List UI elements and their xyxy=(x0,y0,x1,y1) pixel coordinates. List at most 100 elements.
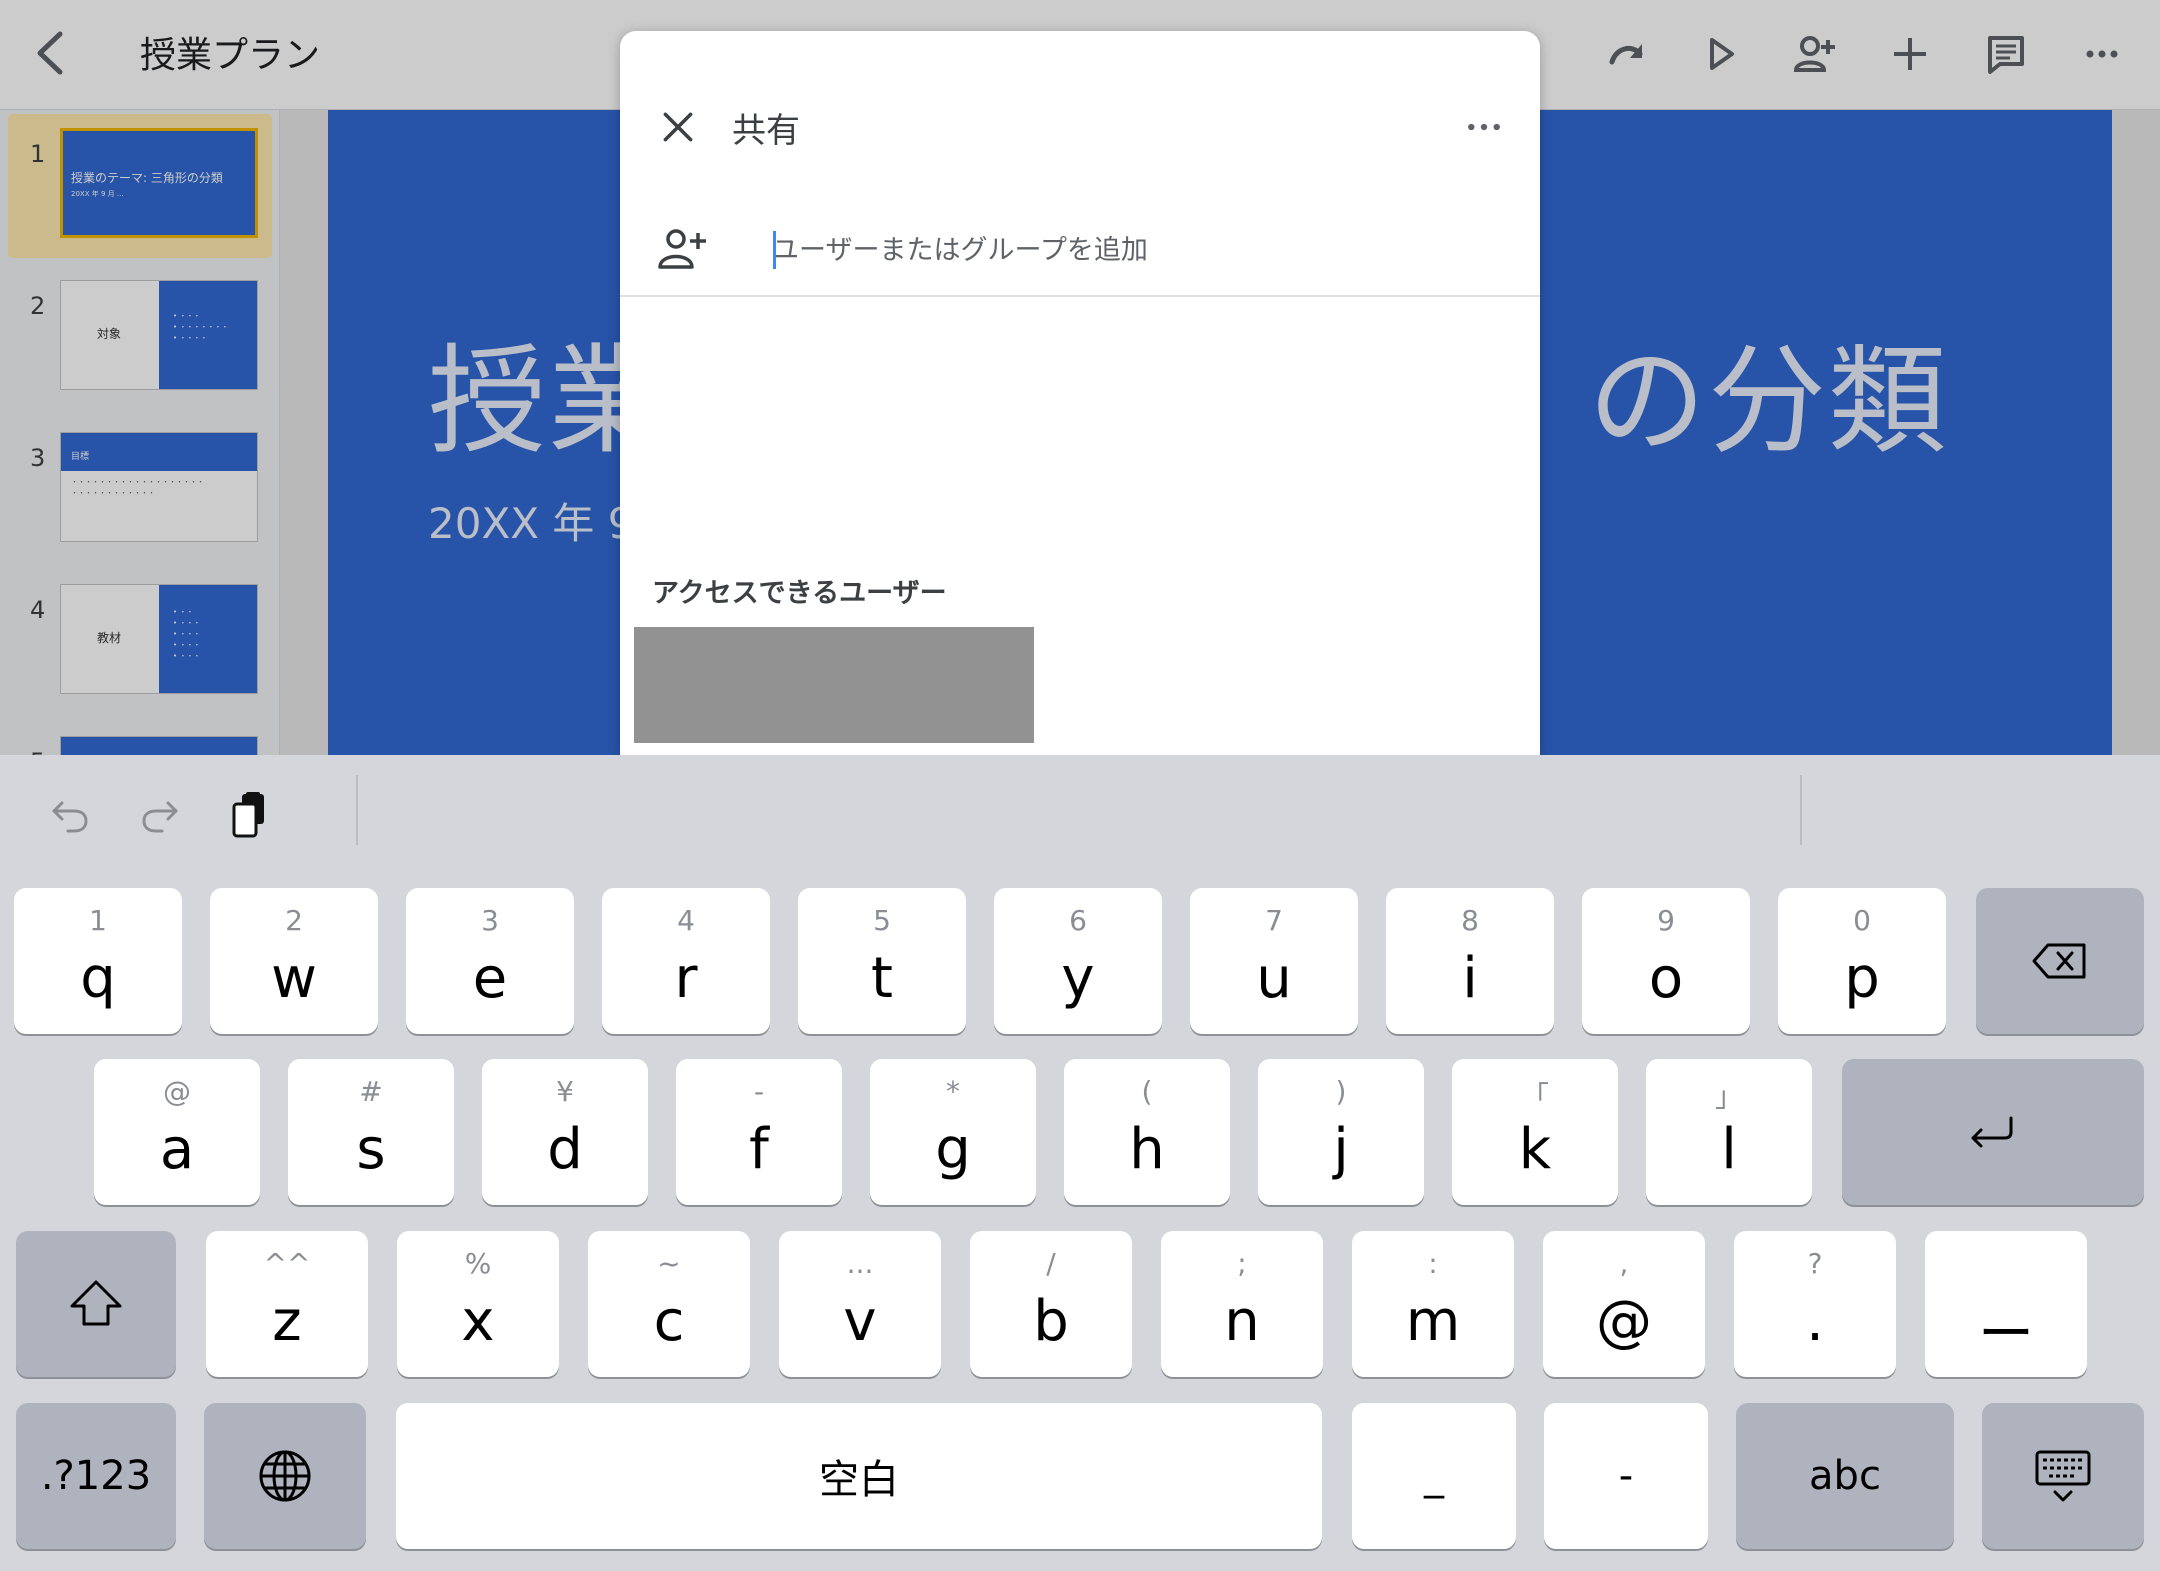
return-key[interactable] xyxy=(1842,1059,2144,1205)
shift-key[interactable] xyxy=(16,1231,176,1377)
key-label: x xyxy=(461,1289,495,1354)
key-hint: 7 xyxy=(1265,904,1283,937)
key-a[interactable]: @ a xyxy=(94,1059,260,1205)
keyboard-undo-button[interactable] xyxy=(40,785,100,845)
key-hint: 2 xyxy=(285,904,303,937)
key-hint: ) xyxy=(1335,1075,1347,1108)
key-label: i xyxy=(1462,946,1478,1011)
key-z[interactable]: ^^ z xyxy=(206,1231,368,1377)
key-label: v xyxy=(843,1289,877,1354)
key-hint: ¥ xyxy=(556,1075,574,1108)
key-label: t xyxy=(871,946,893,1011)
space-key[interactable]: 空白 xyxy=(396,1403,1322,1549)
key-h[interactable]: (h xyxy=(1064,1059,1230,1205)
key-label: b xyxy=(1033,1289,1069,1354)
keyboard-paste-button[interactable] xyxy=(220,785,280,845)
key-label: k xyxy=(1518,1117,1552,1182)
key-t[interactable]: 5t xyxy=(798,888,966,1034)
key-hint: 0 xyxy=(1853,904,1871,937)
backspace-icon xyxy=(2032,943,2086,979)
share-dialog: 共有 アクセスできるユーザー xyxy=(620,31,1540,755)
key-long-dash[interactable]: ー xyxy=(1925,1231,2087,1377)
key-d[interactable]: ¥ d xyxy=(482,1059,648,1205)
key-label: f xyxy=(749,1117,769,1182)
key-f[interactable]: -f xyxy=(676,1059,842,1205)
key-hint: * xyxy=(946,1075,960,1108)
shift-icon xyxy=(70,1280,122,1326)
key-x[interactable]: % x xyxy=(397,1231,559,1377)
key-k[interactable]: 「k xyxy=(1452,1059,1618,1205)
key-hint: 」 xyxy=(1714,1080,1743,1113)
add-people-input[interactable] xyxy=(772,221,1492,279)
hyphen-key[interactable]: - xyxy=(1544,1403,1708,1549)
key-label: w xyxy=(271,946,317,1011)
redacted-user-entry xyxy=(634,627,1034,743)
key-w[interactable]: 2w xyxy=(210,888,378,1034)
numbers-key[interactable]: .?123 xyxy=(16,1403,176,1549)
return-icon xyxy=(1971,1116,2013,1148)
divider xyxy=(620,295,1540,297)
key-hint: / xyxy=(1046,1247,1056,1280)
key-label: c xyxy=(653,1289,685,1354)
key-n[interactable]: ; n xyxy=(1161,1231,1323,1377)
key-hint: 6 xyxy=(1069,904,1087,937)
key-hint: ; xyxy=(1237,1247,1247,1280)
key-b[interactable]: / b xyxy=(970,1231,1132,1377)
key-label: o xyxy=(1648,946,1684,1011)
key-label: q xyxy=(80,946,116,1011)
key-q[interactable]: 1q xyxy=(14,888,182,1034)
key-hint: 8 xyxy=(1461,904,1479,937)
key-l[interactable]: 」 l xyxy=(1646,1059,1812,1205)
key-g[interactable]: * g xyxy=(870,1059,1036,1205)
key-hint: ^^ xyxy=(263,1247,311,1280)
key-hint: ( xyxy=(1141,1075,1153,1108)
dialog-more-button[interactable] xyxy=(1458,103,1510,151)
key-hint: 1 xyxy=(89,904,107,937)
key-label: z xyxy=(272,1289,302,1354)
key-hint: 3 xyxy=(481,904,499,937)
more-horizontal-icon xyxy=(1468,123,1500,131)
dialog-title: 共有 xyxy=(732,111,800,151)
key-hint: , xyxy=(1619,1247,1629,1280)
key-y[interactable]: 6y xyxy=(994,888,1162,1034)
key-v[interactable]: ... v xyxy=(779,1231,941,1377)
key-hint: @ xyxy=(163,1075,191,1108)
key-j[interactable]: ) j xyxy=(1258,1059,1424,1205)
underscore-key[interactable]: _ xyxy=(1352,1403,1516,1549)
key-at[interactable]: , @ xyxy=(1543,1231,1705,1377)
close-button[interactable] xyxy=(654,103,702,151)
key-hint: % xyxy=(464,1247,492,1280)
hide-keyboard-key[interactable] xyxy=(1982,1403,2144,1549)
key-hint: 「 xyxy=(1520,1080,1549,1113)
key-r[interactable]: 4r xyxy=(602,888,770,1034)
key-period[interactable]: ?. xyxy=(1734,1231,1896,1377)
key-c[interactable]: ~ c xyxy=(588,1231,750,1377)
key-label: h xyxy=(1129,1117,1165,1182)
key-o[interactable]: 9o xyxy=(1582,888,1750,1034)
key-label: n xyxy=(1224,1289,1260,1354)
keyboard-redo-button[interactable] xyxy=(130,785,190,845)
key-label: m xyxy=(1405,1289,1461,1354)
key-m[interactable]: :m xyxy=(1352,1231,1514,1377)
globe-key[interactable] xyxy=(204,1403,366,1549)
key-hint: ~ xyxy=(657,1247,681,1280)
key-label: @ xyxy=(1596,1289,1652,1354)
backspace-key[interactable] xyxy=(1976,888,2144,1034)
key-label: e xyxy=(472,946,508,1011)
add-person-icon xyxy=(656,223,708,275)
key-hint: # xyxy=(359,1075,383,1108)
redo-icon xyxy=(142,801,178,833)
abc-key[interactable]: abc xyxy=(1736,1403,1954,1549)
key-u[interactable]: 7u xyxy=(1190,888,1358,1034)
key-label: s xyxy=(356,1117,386,1182)
key-label: l xyxy=(1721,1117,1737,1182)
key-hint: ? xyxy=(1807,1247,1823,1280)
key-e[interactable]: 3e xyxy=(406,888,574,1034)
globe-icon xyxy=(259,1450,311,1502)
key-p[interactable]: 0p xyxy=(1778,888,1946,1034)
key-hint: 5 xyxy=(873,904,891,937)
key-hint: : xyxy=(1428,1247,1438,1280)
key-i[interactable]: 8i xyxy=(1386,888,1554,1034)
clipboard-icon xyxy=(232,792,264,838)
key-s[interactable]: # s xyxy=(288,1059,454,1205)
